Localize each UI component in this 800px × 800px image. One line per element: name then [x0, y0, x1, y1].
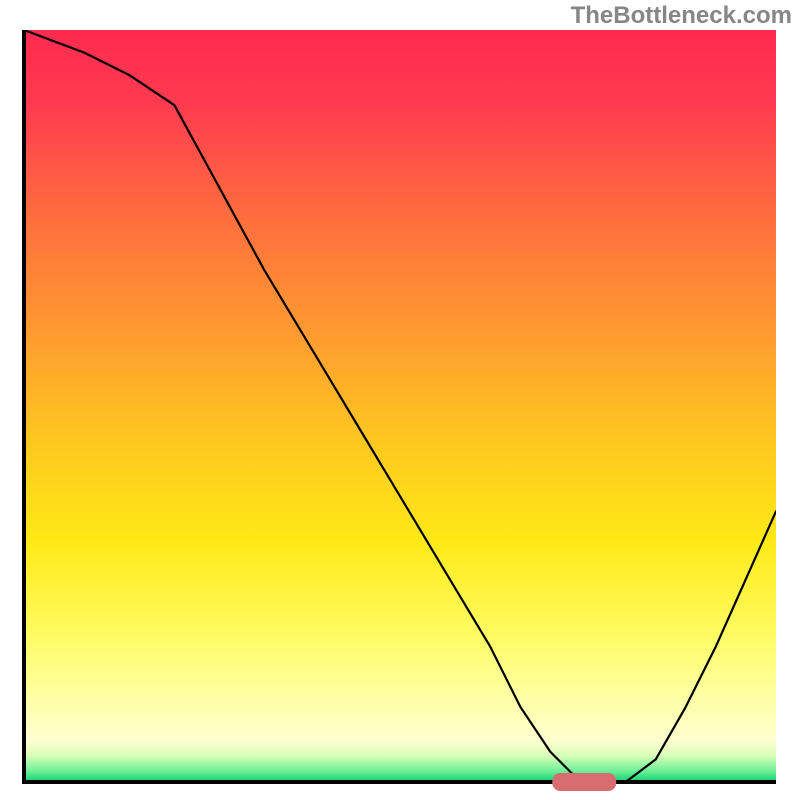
gradient-background	[24, 30, 776, 782]
chart-container: TheBottleneck.com	[0, 0, 800, 800]
bottleneck-chart	[0, 0, 800, 800]
watermark-text: TheBottleneck.com	[571, 2, 792, 30]
highlight-pill	[552, 773, 616, 791]
